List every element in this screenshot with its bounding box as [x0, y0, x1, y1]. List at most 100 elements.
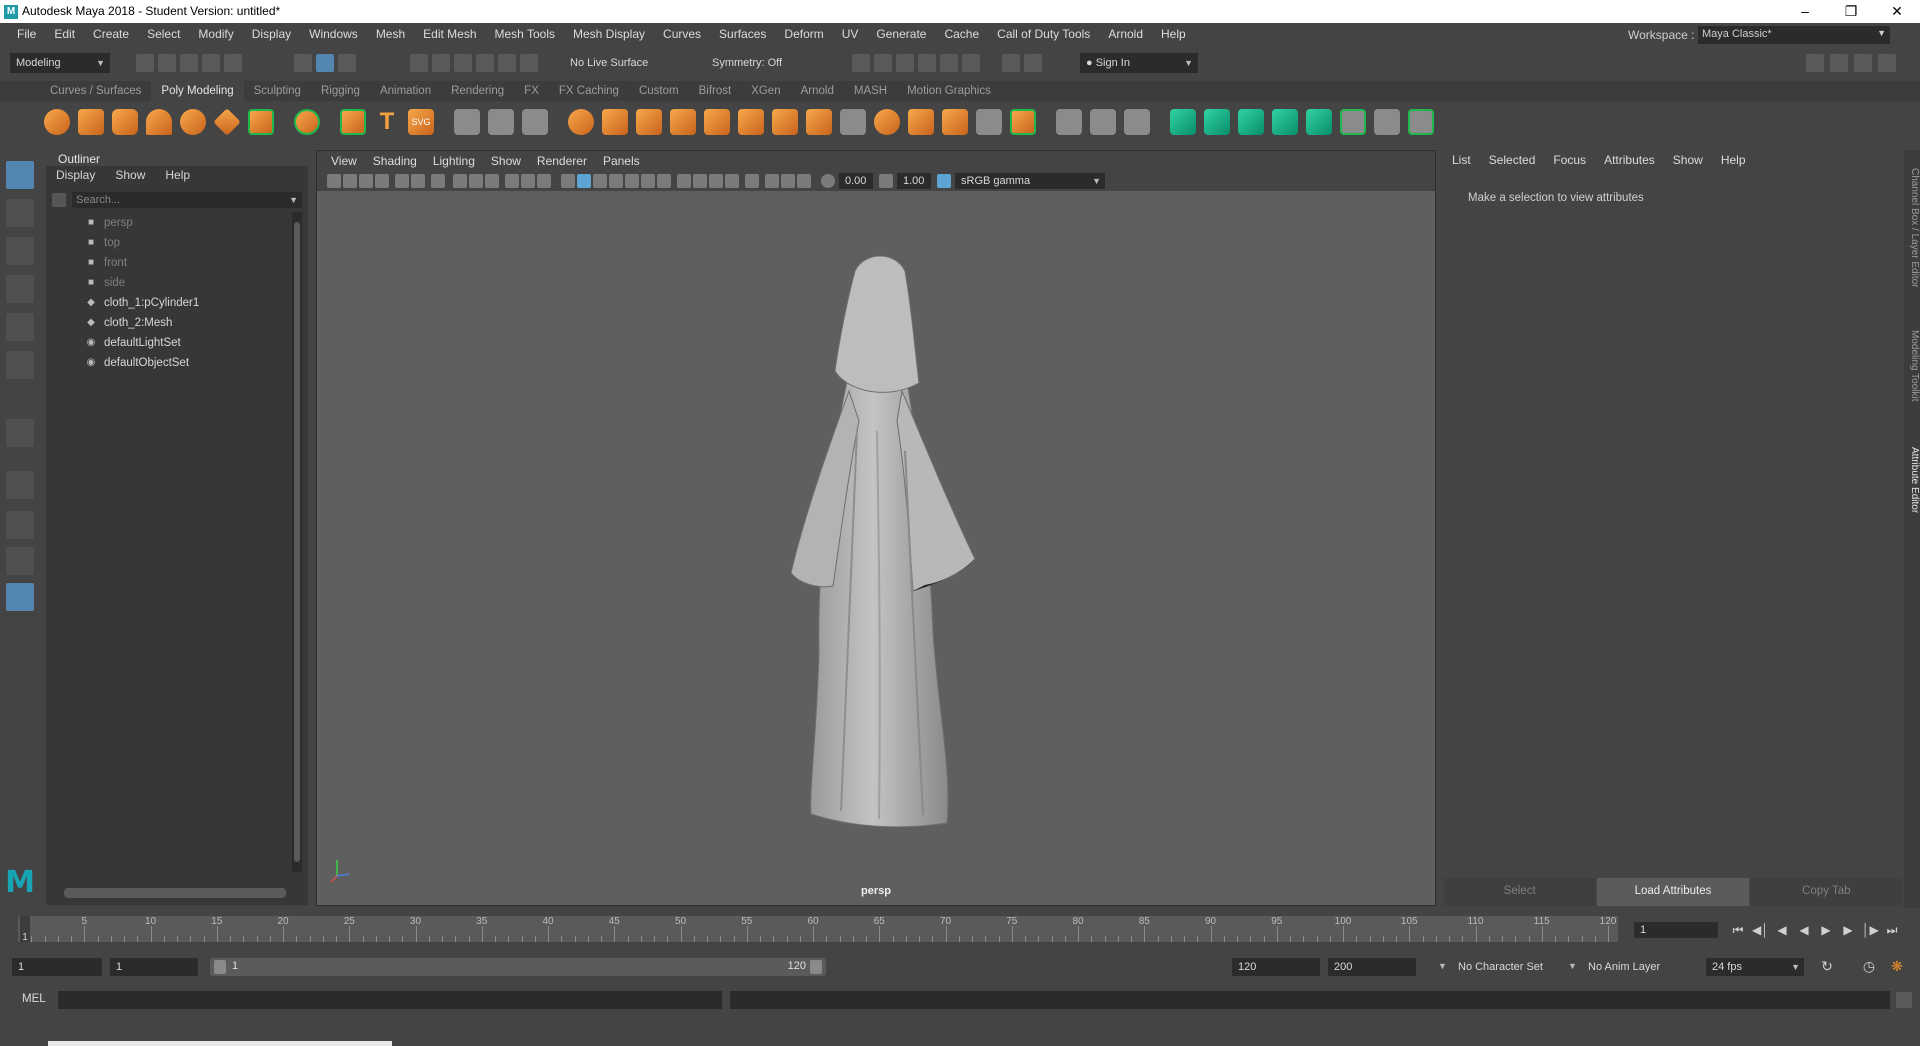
multi-cut-icon[interactable] [1056, 109, 1082, 135]
symmetry-dropdown[interactable]: Symmetry: Off [706, 53, 810, 73]
coordinates-icon[interactable] [522, 109, 548, 135]
fill-hole-icon[interactable] [874, 109, 900, 135]
range-start-handle[interactable] [214, 960, 226, 974]
load-attributes-button[interactable]: Load Attributes [1597, 878, 1749, 906]
anim-prefs-icon[interactable]: ❋ [1888, 958, 1906, 976]
undo-icon[interactable] [202, 54, 220, 72]
outliner-item-front[interactable]: ■ front [84, 254, 127, 272]
side-tab-channel-box[interactable]: Channel Box / Layer Editor [1904, 158, 1920, 298]
append-polygon-icon[interactable] [908, 109, 934, 135]
outliner-item-cloth-2[interactable]: ◆ cloth_2:Mesh [84, 314, 172, 332]
copy-tab-button[interactable]: Copy Tab [1750, 878, 1902, 906]
shelf-tab-poly-modeling[interactable]: Poly Modeling [151, 81, 244, 101]
arnold-render-icon[interactable] [1002, 54, 1020, 72]
shelf-tab-xgen[interactable]: XGen [741, 81, 790, 101]
poly-cone-icon[interactable] [146, 109, 172, 135]
select-object-icon[interactable] [316, 54, 334, 72]
depth-of-field-icon[interactable] [725, 174, 739, 188]
viewport-panel[interactable]: View Shading Lighting Show Renderer Pane… [316, 150, 1436, 906]
boolean-icon[interactable] [670, 109, 696, 135]
play-backwards-icon[interactable]: ◀ [1796, 922, 1812, 938]
menu-surfaces[interactable]: Surfaces [710, 27, 775, 41]
shelf-tab-bifrost[interactable]: Bifrost [689, 81, 742, 101]
sign-in-button[interactable]: ● Sign In ▼ [1080, 53, 1198, 73]
extrude-icon[interactable] [806, 109, 832, 135]
poly-plane-icon[interactable] [213, 108, 241, 136]
menu-call-of-duty-tools[interactable]: Call of Duty Tools [988, 27, 1099, 41]
playback-start-field[interactable]: 1 [110, 958, 198, 976]
shelf-tab-sculpting[interactable]: Sculpting [244, 81, 311, 101]
shelf-tab-arnold[interactable]: Arnold [791, 81, 844, 101]
wedge-icon[interactable] [976, 109, 1002, 135]
menu-mesh-tools[interactable]: Mesh Tools [486, 27, 564, 41]
film-gate-icon[interactable] [453, 174, 467, 188]
render-current-icon[interactable] [874, 54, 892, 72]
platonic-solid-icon[interactable] [294, 109, 320, 135]
bridge-icon[interactable] [772, 109, 798, 135]
wireframe-on-shaded-icon[interactable] [609, 174, 623, 188]
auto-key-icon[interactable]: ◷ [1860, 958, 1878, 976]
menu-deform[interactable]: Deform [775, 27, 832, 41]
xray-active-icon[interactable] [781, 174, 795, 188]
menu-uv[interactable]: UV [833, 27, 868, 41]
safe-title-icon[interactable] [537, 174, 551, 188]
bookmark-icon[interactable] [359, 174, 373, 188]
duplicate-face-icon[interactable] [1010, 109, 1036, 135]
shelf-tab-rigging[interactable]: Rigging [311, 81, 370, 101]
viewport-menu-lighting[interactable]: Lighting [425, 154, 483, 168]
attr-menu-list[interactable]: List [1452, 153, 1489, 167]
snap-view-plane-icon[interactable] [476, 54, 494, 72]
camera-attributes-icon[interactable] [343, 174, 357, 188]
menu-mesh-display[interactable]: Mesh Display [564, 27, 654, 41]
outliner-item-persp[interactable]: ■ persp [84, 214, 133, 232]
outliner-item-side[interactable]: ■ side [84, 274, 125, 292]
outliner-vertical-scrollbar[interactable] [292, 212, 302, 872]
poly-disc-icon[interactable] [248, 109, 274, 135]
isolate-select-icon[interactable] [745, 174, 759, 188]
move-tool-icon[interactable] [6, 275, 34, 303]
poly-sphere-icon[interactable] [44, 109, 70, 135]
delete-history-icon[interactable] [1238, 109, 1264, 135]
poly-cylinder-icon[interactable] [112, 109, 138, 135]
current-frame-field[interactable]: 1 [1634, 922, 1718, 938]
gamma-field[interactable]: 1.00 [897, 173, 931, 189]
menu-set-dropdown[interactable]: Modeling ▼ [10, 53, 110, 73]
attr-menu-show[interactable]: Show [1673, 153, 1721, 167]
step-forward-frame-icon[interactable]: │▶ [1862, 922, 1879, 938]
exposure-icon[interactable] [821, 174, 835, 188]
edge-loop-icon[interactable] [1090, 109, 1116, 135]
target-weld-icon[interactable] [1340, 109, 1366, 135]
pause-icon[interactable] [1024, 54, 1042, 72]
combine-icon[interactable] [568, 109, 594, 135]
snap-curve-icon[interactable] [432, 54, 450, 72]
view-transform-dropdown[interactable]: sRGB gamma ▼ [955, 173, 1105, 189]
viewport-menu-show[interactable]: Show [483, 154, 529, 168]
snap-surface-icon[interactable] [498, 54, 516, 72]
menu-modify[interactable]: Modify [189, 27, 242, 41]
ambient-occlusion-icon[interactable] [677, 174, 691, 188]
outliner-item-top[interactable]: ■ top [84, 234, 120, 252]
playback-end-field[interactable]: 120 [1232, 958, 1320, 976]
render-settings-icon[interactable] [918, 54, 936, 72]
new-scene-icon[interactable] [136, 54, 154, 72]
separate-icon[interactable] [602, 109, 628, 135]
range-end-handle[interactable] [810, 960, 822, 974]
shelf-tab-mash[interactable]: MASH [844, 81, 897, 101]
go-to-start-icon[interactable]: ⏮ [1730, 922, 1746, 938]
textured-icon[interactable] [625, 174, 639, 188]
lasso-tool-icon[interactable] [6, 199, 34, 227]
go-to-end-icon[interactable]: ⏭ [1884, 922, 1900, 938]
poly-torus-icon[interactable] [180, 109, 206, 135]
image-plane-icon[interactable] [375, 174, 389, 188]
menu-help[interactable]: Help [1152, 27, 1195, 41]
menu-generate[interactable]: Generate [867, 27, 935, 41]
current-time-marker[interactable]: 1 [20, 916, 30, 943]
hypershade-icon[interactable] [940, 54, 958, 72]
select-button[interactable]: Select [1444, 878, 1596, 906]
viewport-menu-panels[interactable]: Panels [595, 154, 648, 168]
resolution-gate-icon[interactable] [469, 174, 483, 188]
grease-pencil-icon[interactable] [395, 174, 409, 188]
snap-grid-icon[interactable] [410, 54, 428, 72]
chevron-down-icon[interactable]: ▼ [1568, 961, 1577, 971]
menu-edit[interactable]: Edit [45, 27, 84, 41]
